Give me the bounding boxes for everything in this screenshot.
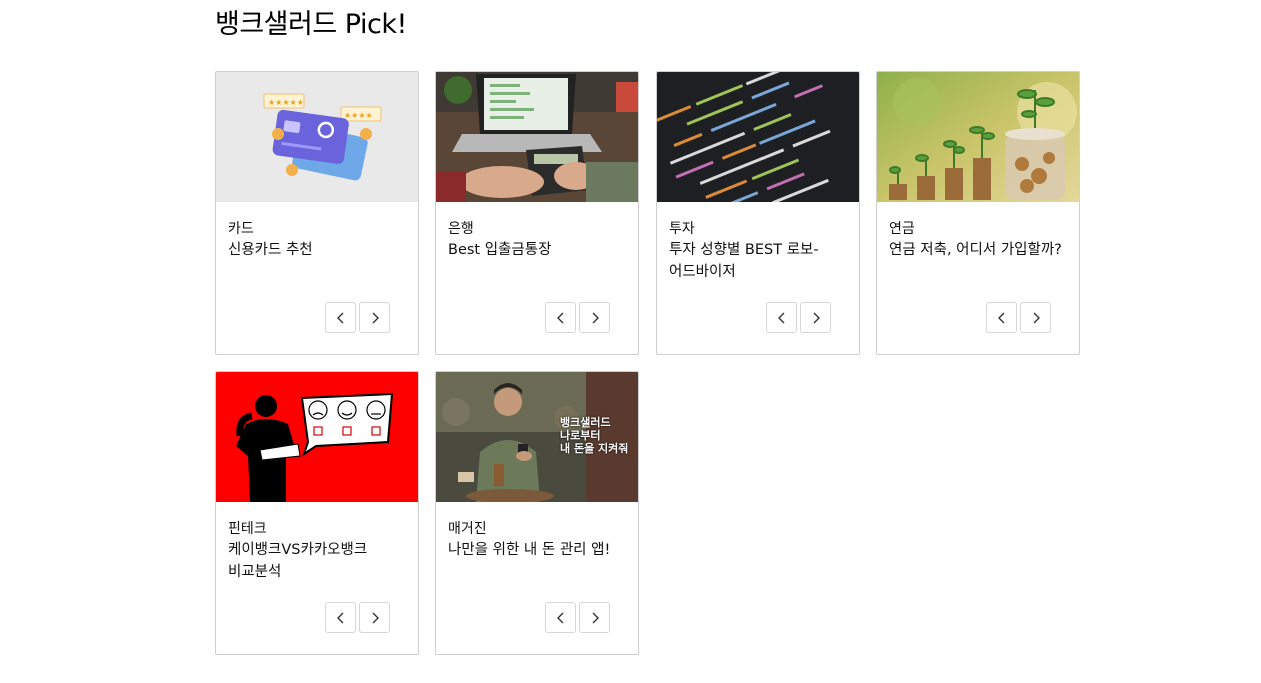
card-title[interactable]: 케이뱅크VS카카오뱅크 비교분석	[228, 539, 410, 583]
chevron-right-icon	[592, 612, 599, 623]
prev-button[interactable]	[766, 302, 797, 333]
pick-card-fintech[interactable]: 핀테크 케이뱅크VS카카오뱅크 비교분석	[215, 371, 419, 655]
credit-cards-illustration: ★★★★★ ★★★★	[216, 72, 418, 202]
chevron-right-icon	[1033, 312, 1040, 323]
overlay-line: 나로부터	[560, 429, 601, 442]
card-nav	[325, 602, 390, 633]
next-button[interactable]	[800, 302, 831, 333]
chevron-left-icon	[556, 612, 563, 623]
card-category: 매거진	[448, 521, 487, 537]
card-category: 카드	[228, 221, 254, 237]
chevron-left-icon	[556, 312, 563, 323]
card-thumbnail[interactable]	[657, 72, 859, 202]
chevron-left-icon	[336, 312, 343, 323]
prev-button[interactable]	[545, 602, 576, 633]
card-nav	[545, 302, 610, 333]
svg-text:★★★★★: ★★★★★	[268, 98, 304, 107]
card-category: 핀테크	[228, 521, 267, 537]
magazine-overlay: 뱅크샐러드 나로부터 내 돈을 지켜줘	[560, 416, 628, 455]
pick-card-pension[interactable]: 연금 연금 저축, 어디서 가입할까?	[876, 71, 1080, 355]
card-nav	[766, 302, 831, 333]
next-button[interactable]	[1020, 302, 1051, 333]
svg-text:★★★★: ★★★★	[344, 111, 373, 120]
code-screen-photo	[657, 72, 859, 202]
card-category: 은행	[448, 221, 474, 237]
card-thumbnail[interactable]	[436, 72, 638, 202]
prev-button[interactable]	[325, 602, 356, 633]
overlay-line: 뱅크샐러드	[560, 416, 611, 429]
chevron-right-icon	[813, 312, 820, 323]
pick-card-invest[interactable]: 투자 투자 성향별 BEST 로보-어드바이저	[656, 71, 860, 355]
prev-button[interactable]	[325, 302, 356, 333]
chevron-left-icon	[997, 312, 1004, 323]
card-thumbnail[interactable]	[877, 72, 1079, 202]
card-thumbnail[interactable]: ★★★★★ ★★★★	[216, 72, 418, 202]
card-title[interactable]: Best 입출금통장	[448, 239, 630, 261]
laptop-calculator-photo	[436, 72, 638, 202]
next-button[interactable]	[579, 602, 610, 633]
card-nav	[545, 602, 610, 633]
prev-button[interactable]	[986, 302, 1017, 333]
card-thumbnail[interactable]	[216, 372, 418, 502]
survey-person-illustration	[216, 372, 418, 502]
coin-stacks-plants-photo	[877, 72, 1079, 202]
card-nav	[986, 302, 1051, 333]
card-category: 투자	[669, 221, 695, 237]
card-category: 연금	[889, 221, 915, 237]
overlay-line: 내 돈을 지켜줘	[560, 442, 629, 455]
next-button[interactable]	[359, 302, 390, 333]
prev-button[interactable]	[545, 302, 576, 333]
card-title[interactable]: 나만을 위한 내 돈 관리 앱!	[448, 539, 630, 561]
card-nav	[325, 302, 390, 333]
chevron-right-icon	[372, 612, 379, 623]
chevron-left-icon	[777, 312, 784, 323]
next-button[interactable]	[359, 602, 390, 633]
section-title: 뱅크샐러드 Pick!	[215, 9, 407, 40]
pick-card-card[interactable]: ★★★★★ ★★★★ 카드 신용카드 추천	[215, 71, 419, 355]
card-thumbnail[interactable]: 뱅크샐러드 나로부터 내 돈을 지켜줘	[436, 372, 638, 502]
chevron-right-icon	[592, 312, 599, 323]
pick-card-bank[interactable]: 은행 Best 입출금통장	[435, 71, 639, 355]
card-title[interactable]: 연금 저축, 어디서 가입할까?	[889, 239, 1071, 261]
pick-card-magazine[interactable]: 뱅크샐러드 나로부터 내 돈을 지켜줘 매거진 나만을 위한 내 돈 관리 앱!	[435, 371, 639, 655]
next-button[interactable]	[579, 302, 610, 333]
card-title[interactable]: 투자 성향별 BEST 로보-어드바이저	[669, 239, 851, 283]
card-title[interactable]: 신용카드 추천	[228, 239, 410, 261]
chevron-left-icon	[336, 612, 343, 623]
chevron-right-icon	[372, 312, 379, 323]
